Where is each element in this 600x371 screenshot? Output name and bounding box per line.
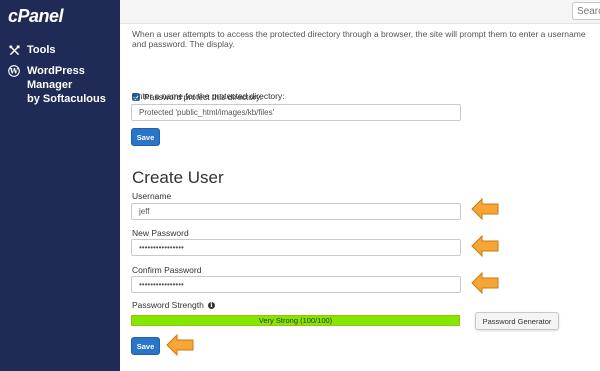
sidebar-item-label: WordPress Manager by Softaculous: [27, 64, 120, 106]
create-user-title: Create User: [132, 168, 224, 187]
sidebar-item-tools[interactable]: Tools: [8, 43, 56, 57]
new-password-label: New Password: [132, 228, 189, 238]
svg-text:W: W: [9, 67, 19, 76]
sidebar-item-label-line1: WordPress Manager: [27, 65, 85, 91]
tools-icon: [8, 43, 20, 57]
main-content: When a user attempts to access the prote…: [120, 24, 600, 371]
top-bar: [120, 0, 600, 24]
wordpress-icon: W: [8, 64, 20, 78]
directory-name-field[interactable]: Protected 'public_html/images/kb/files': [131, 104, 461, 121]
password-strength-value: Very Strong (100/100): [258, 316, 333, 325]
new-password-field[interactable]: ••••••••••••••••: [131, 239, 461, 256]
username-label: Username: [132, 191, 172, 201]
create-user-save-button[interactable]: Save: [131, 337, 160, 355]
username-field[interactable]: jeff: [131, 203, 461, 220]
confirm-password-field[interactable]: ••••••••••••••••: [131, 276, 461, 293]
confirm-password-label: Confirm Password: [132, 265, 202, 275]
arrow-icon: [471, 198, 499, 220]
arrow-icon: [471, 235, 499, 257]
password-strength-meter: Very Strong (100/100): [131, 315, 460, 326]
password-strength-text: Password Strength: [132, 300, 204, 310]
intro-text: When a user attempts to access the prote…: [132, 29, 586, 49]
sidebar-item-wordpress-manager[interactable]: W WordPress Manager by Softaculous: [8, 64, 120, 106]
sidebar-item-label: Tools: [27, 44, 56, 56]
info-icon[interactable]: i: [207, 301, 215, 309]
sidebar-item-label-line2: by Softaculous: [27, 93, 106, 105]
password-strength-label: Password Strength i: [132, 300, 215, 310]
search-input[interactable]: Search: [572, 2, 600, 20]
arrow-icon: [166, 334, 194, 356]
directory-name-label: Enter a name for the protected directory…: [132, 91, 285, 101]
password-generator-button[interactable]: Password Generator: [475, 312, 559, 330]
protect-save-button[interactable]: Save: [131, 128, 160, 146]
sidebar: cPanel Tools W WordPress Manager by Soft…: [0, 0, 120, 371]
cpanel-logo[interactable]: cPanel: [8, 6, 64, 27]
arrow-icon: [471, 272, 499, 294]
